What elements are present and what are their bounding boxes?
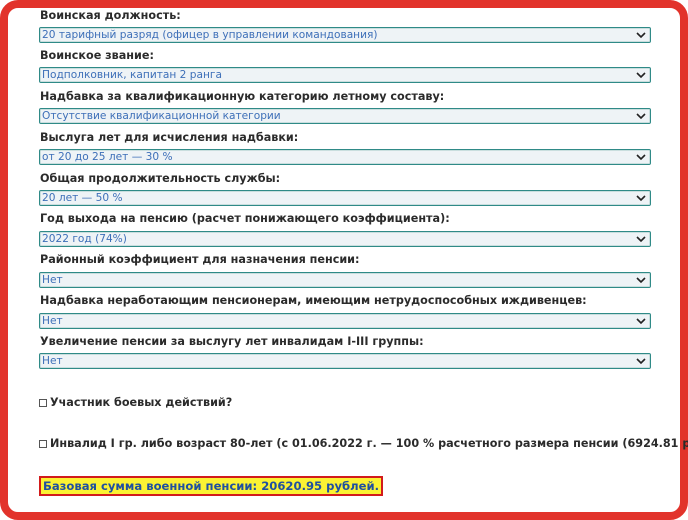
chevron-down-icon xyxy=(636,195,646,202)
disability-age-checkbox[interactable] xyxy=(39,439,47,448)
chevron-down-icon xyxy=(636,358,646,365)
select-service-bonus-value: от 20 до 25 лет — 30 % xyxy=(42,151,173,163)
select-qualification-value: Отсутствие квалификационной категории xyxy=(42,110,281,122)
combat-participant-checkbox-row[interactable]: Участник боевых действий? xyxy=(39,396,232,409)
chevron-down-icon xyxy=(636,32,646,39)
chevron-down-icon xyxy=(636,113,646,120)
select-retirement-year-value: 2022 год (74%) xyxy=(42,233,127,245)
combat-participant-checkbox[interactable] xyxy=(39,398,47,407)
select-dependents-bonus[interactable]: Нет xyxy=(39,313,651,329)
field-label-rank: Воинское звание: xyxy=(40,49,154,62)
select-total-service[interactable]: 20 лет — 50 % xyxy=(39,190,651,206)
field-label-retirement-year: Год выхода на пенсию (расчет понижающего… xyxy=(40,212,450,225)
field-label-service-bonus: Выслуга лет для исчисления надбавки: xyxy=(40,131,299,144)
select-rank[interactable]: Подполковник, капитан 2 ранга xyxy=(39,67,651,83)
select-total-service-value: 20 лет — 50 % xyxy=(42,192,123,204)
chevron-down-icon xyxy=(636,72,646,79)
select-position[interactable]: 20 тарифный разряд (офицер в управлении … xyxy=(39,27,651,43)
disability-age-checkbox-row[interactable]: Инвалид I гр. либо возраст 80-лет (с 01.… xyxy=(39,437,688,450)
disability-age-label: Инвалид I гр. либо возраст 80-лет (с 01.… xyxy=(50,437,688,450)
select-qualification[interactable]: Отсутствие квалификационной категории xyxy=(39,108,651,124)
combat-participant-label: Участник боевых действий? xyxy=(50,396,233,409)
chevron-down-icon xyxy=(636,277,646,284)
select-disability-increase-value: Нет xyxy=(42,355,63,367)
chevron-down-icon xyxy=(636,154,646,161)
field-label-qualification: Надбавка за квалификационную категорию л… xyxy=(40,90,445,103)
field-label-regional-coefficient: Районный коэффициент для назначения пенс… xyxy=(40,253,360,266)
select-retirement-year[interactable]: 2022 год (74%) xyxy=(39,231,651,247)
field-label-position: Воинская должность: xyxy=(40,9,181,22)
field-label-dependents-bonus: Надбавка неработающим пенсионерам, имеющ… xyxy=(40,294,587,307)
base-pension-result: Базовая сумма военной пенсии: 20620.95 р… xyxy=(39,476,383,496)
select-dependents-bonus-value: Нет xyxy=(42,315,63,327)
chevron-down-icon xyxy=(636,318,646,325)
select-regional-coefficient[interactable]: Нет xyxy=(39,272,651,288)
select-position-value: 20 тарифный разряд (офицер в управлении … xyxy=(42,29,378,41)
select-rank-value: Подполковник, капитан 2 ранга xyxy=(42,69,222,81)
chevron-down-icon xyxy=(636,236,646,243)
select-regional-coefficient-value: Нет xyxy=(42,274,63,286)
field-label-disability-increase: Увеличение пенсии за выслугу лет инвалид… xyxy=(40,335,424,348)
select-disability-increase[interactable]: Нет xyxy=(39,353,651,369)
select-service-bonus[interactable]: от 20 до 25 лет — 30 % xyxy=(39,149,651,165)
field-label-total-service: Общая продолжительность службы: xyxy=(40,172,281,185)
